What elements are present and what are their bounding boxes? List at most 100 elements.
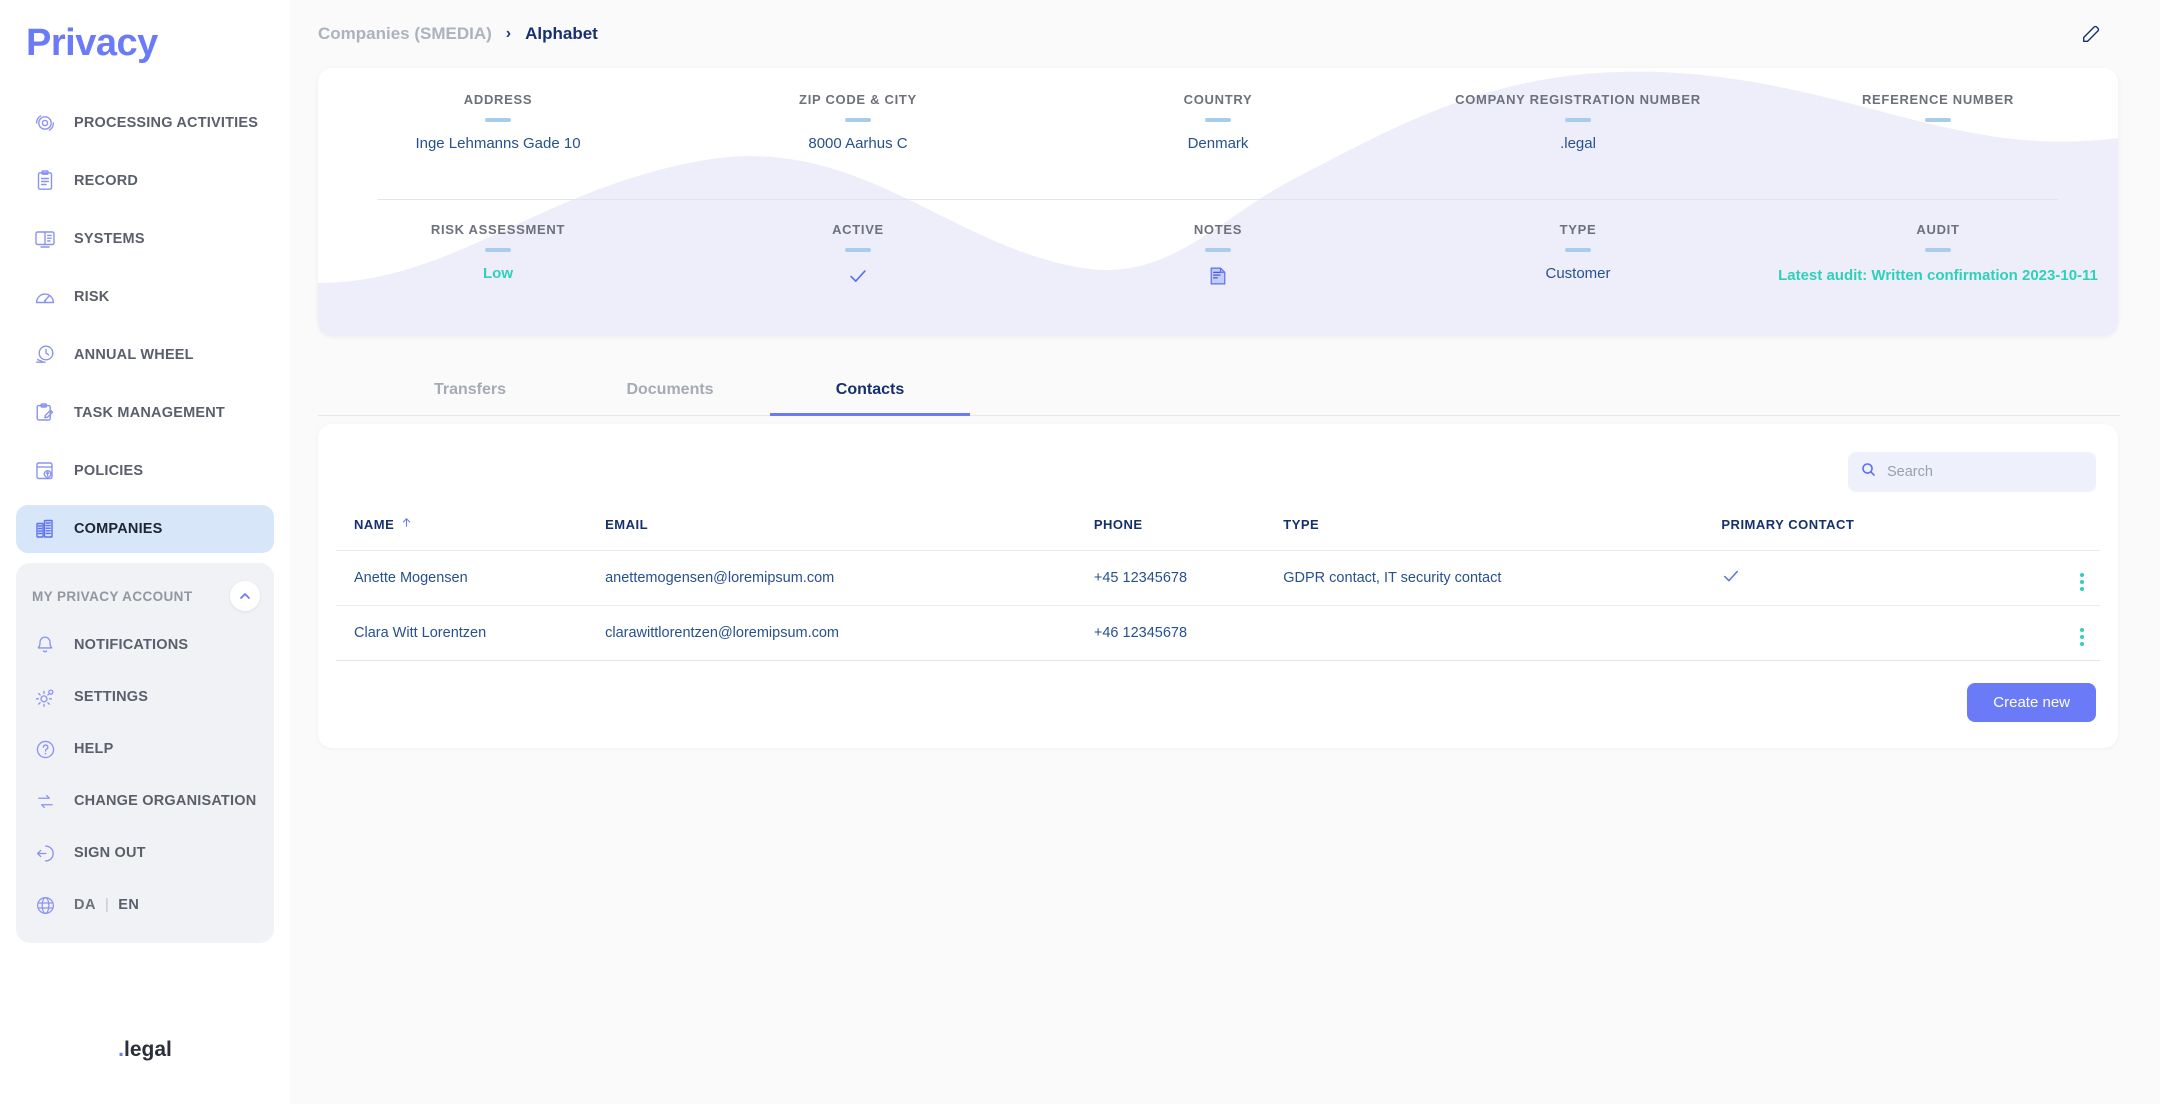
info-cell-notes: NOTES (1038, 198, 1398, 337)
info-value: Customer (1545, 264, 1611, 282)
brand-logo: Privacy (26, 22, 158, 64)
cell-primary-contact (1721, 605, 2041, 661)
search-icon (1860, 461, 1877, 483)
sidebar: Privacy PROCESSING ACTIVITIES RECORD SYS… (0, 0, 290, 1104)
label-underline (1205, 118, 1231, 122)
table-body: Anette Mogensen anettemogensen@loremipsu… (336, 550, 2100, 661)
sidebar-item-systems[interactable]: SYSTEMS (16, 215, 274, 263)
panel-toolbar (336, 452, 2100, 492)
info-value: 8000 Aarhus C (808, 135, 908, 152)
swap-arrows-icon (32, 788, 58, 814)
sidebar-main-nav: PROCESSING ACTIVITIES RECORD SYSTEMS RIS… (0, 99, 290, 553)
bell-icon (32, 632, 58, 658)
info-cell-company-registration-number: COMPANY REGISTRATION NUMBER .legal (1398, 68, 1758, 198)
label-underline (845, 247, 871, 252)
sidebar-item-risk[interactable]: RISK (16, 273, 274, 321)
cell-email: clarawittlorentzen@loremipsum.com (605, 605, 1094, 661)
column-header-primary-contact[interactable]: PRIMARY CONTACT (1721, 516, 2040, 551)
info-card-divider (378, 199, 2058, 200)
sidebar-item-label: CHANGE ORGANISATION (74, 793, 257, 809)
sidebar-item-policies[interactable]: POLICIES (16, 447, 274, 495)
search-box[interactable] (1848, 452, 2096, 492)
sidebar-item-task-management[interactable]: TASK MANAGEMENT (16, 389, 274, 437)
cell-actions (2040, 550, 2100, 606)
info-cell-address: ADDRESS Inge Lehmanns Gade 10 (318, 68, 678, 198)
policy-doc-icon (32, 458, 58, 484)
sidebar-item-label: SETTINGS (74, 689, 149, 705)
footer-text: legal (123, 1038, 172, 1061)
label-underline (1925, 118, 1951, 122)
sidebar-item-label: RECORD (74, 173, 139, 189)
column-header-email[interactable]: EMAIL (605, 516, 1094, 551)
table-row[interactable]: Clara Witt Lorentzen clarawittlorentzen@… (336, 605, 2100, 661)
sidebar-item-companies[interactable]: COMPANIES (16, 505, 274, 553)
info-value: .legal (1560, 135, 1596, 152)
language-switcher: DA | EN (16, 883, 274, 927)
question-circle-icon (32, 736, 58, 762)
chevron-up-icon[interactable] (230, 581, 260, 611)
search-input[interactable] (1887, 464, 2084, 480)
breadcrumb-current: Alphabet (525, 24, 598, 43)
info-label: COUNTRY (1183, 92, 1253, 107)
kebab-menu-icon[interactable] (2080, 573, 2084, 591)
note-icon[interactable] (1207, 265, 1229, 291)
sidebar-item-notifications[interactable]: NOTIFICATIONS (16, 623, 274, 667)
cell-actions (2040, 605, 2100, 661)
tab-contacts[interactable]: Contacts (770, 381, 970, 416)
info-label: COMPANY REGISTRATION NUMBER (1455, 92, 1701, 107)
task-clipboard-icon (32, 400, 58, 426)
column-label: NAME (354, 516, 395, 532)
label-underline (485, 118, 511, 122)
language-en[interactable]: EN (118, 897, 139, 913)
column-header-actions (2040, 516, 2100, 551)
column-header-type[interactable]: TYPE (1283, 516, 1721, 551)
tab-transfers[interactable]: Transfers (370, 381, 570, 416)
column-header-name[interactable]: NAME (336, 516, 605, 551)
check-icon (847, 265, 869, 291)
my-privacy-account-section: MY PRIVACY ACCOUNT NOTIFICATIONS SETTING… (16, 563, 274, 943)
language-da[interactable]: DA (74, 897, 96, 913)
monitor-list-icon (32, 226, 58, 252)
info-label: ZIP CODE & CITY (799, 92, 917, 107)
cell-type: GDPR contact, IT security contact (1283, 550, 1722, 606)
sidebar-item-help[interactable]: HELP (16, 727, 274, 771)
sidebar-item-settings[interactable]: SETTINGS (16, 675, 274, 719)
sidebar-item-change-organisation[interactable]: CHANGE ORGANISATION (16, 779, 274, 823)
globe-icon (32, 892, 58, 918)
info-value: Latest audit: Written confirmation 2023-… (1778, 266, 2098, 284)
contacts-table: NAME EMAIL PHONE TYPE PRIMARY CONTACT An… (336, 516, 2100, 661)
cell-email: anettemogensen@loremipsum.com (605, 550, 1094, 606)
target-refresh-icon (32, 110, 58, 136)
arrow-up-icon[interactable] (400, 516, 413, 532)
info-label: NOTES (1193, 221, 1243, 237)
tab-documents[interactable]: Documents (570, 381, 770, 416)
label-underline (485, 247, 511, 252)
cell-phone: +45 12345678 (1093, 550, 1284, 606)
breadcrumb: Companies (SMEDIA) › Alphabet (318, 24, 598, 44)
clipboard-icon (32, 168, 58, 194)
info-label: REFERENCE NUMBER (1861, 92, 2015, 107)
edit-pencil-icon[interactable] (2074, 17, 2108, 51)
kebab-menu-icon[interactable] (2080, 628, 2084, 646)
sidebar-item-sign-out[interactable]: SIGN OUT (16, 831, 274, 875)
info-cell-audit: AUDIT Latest audit: Written confirmation… (1758, 198, 2118, 337)
info-cell-type: TYPE Customer (1398, 198, 1758, 337)
contacts-panel: NAME EMAIL PHONE TYPE (318, 424, 2118, 748)
info-cell-active: ACTIVE (678, 198, 1038, 337)
info-value: Low (483, 264, 513, 282)
table-row[interactable]: Anette Mogensen anettemogensen@loremipsu… (336, 550, 2100, 606)
label-underline (1925, 247, 1951, 252)
breadcrumb-parent-link[interactable]: Companies (SMEDIA) (318, 24, 492, 44)
sidebar-item-annual-wheel[interactable]: ANNUAL WHEEL (16, 331, 274, 379)
info-label: TYPE (1559, 221, 1597, 237)
column-header-phone[interactable]: PHONE (1094, 516, 1283, 551)
sidebar-item-label: POLICIES (74, 463, 144, 479)
account-section-title: MY PRIVACY ACCOUNT (32, 588, 193, 604)
info-cell-zip-city: ZIP CODE & CITY 8000 Aarhus C (678, 68, 1038, 198)
sidebar-item-record[interactable]: RECORD (16, 157, 274, 205)
create-new-button[interactable]: Create new (1967, 683, 2096, 722)
sidebar-item-label: COMPANIES (74, 521, 163, 537)
sidebar-item-processing-activities[interactable]: PROCESSING ACTIVITIES (16, 99, 274, 147)
sidebar-item-label: HELP (74, 741, 114, 757)
main-content: Companies (SMEDIA) › Alphabet ADDRESS In… (290, 0, 2160, 1104)
